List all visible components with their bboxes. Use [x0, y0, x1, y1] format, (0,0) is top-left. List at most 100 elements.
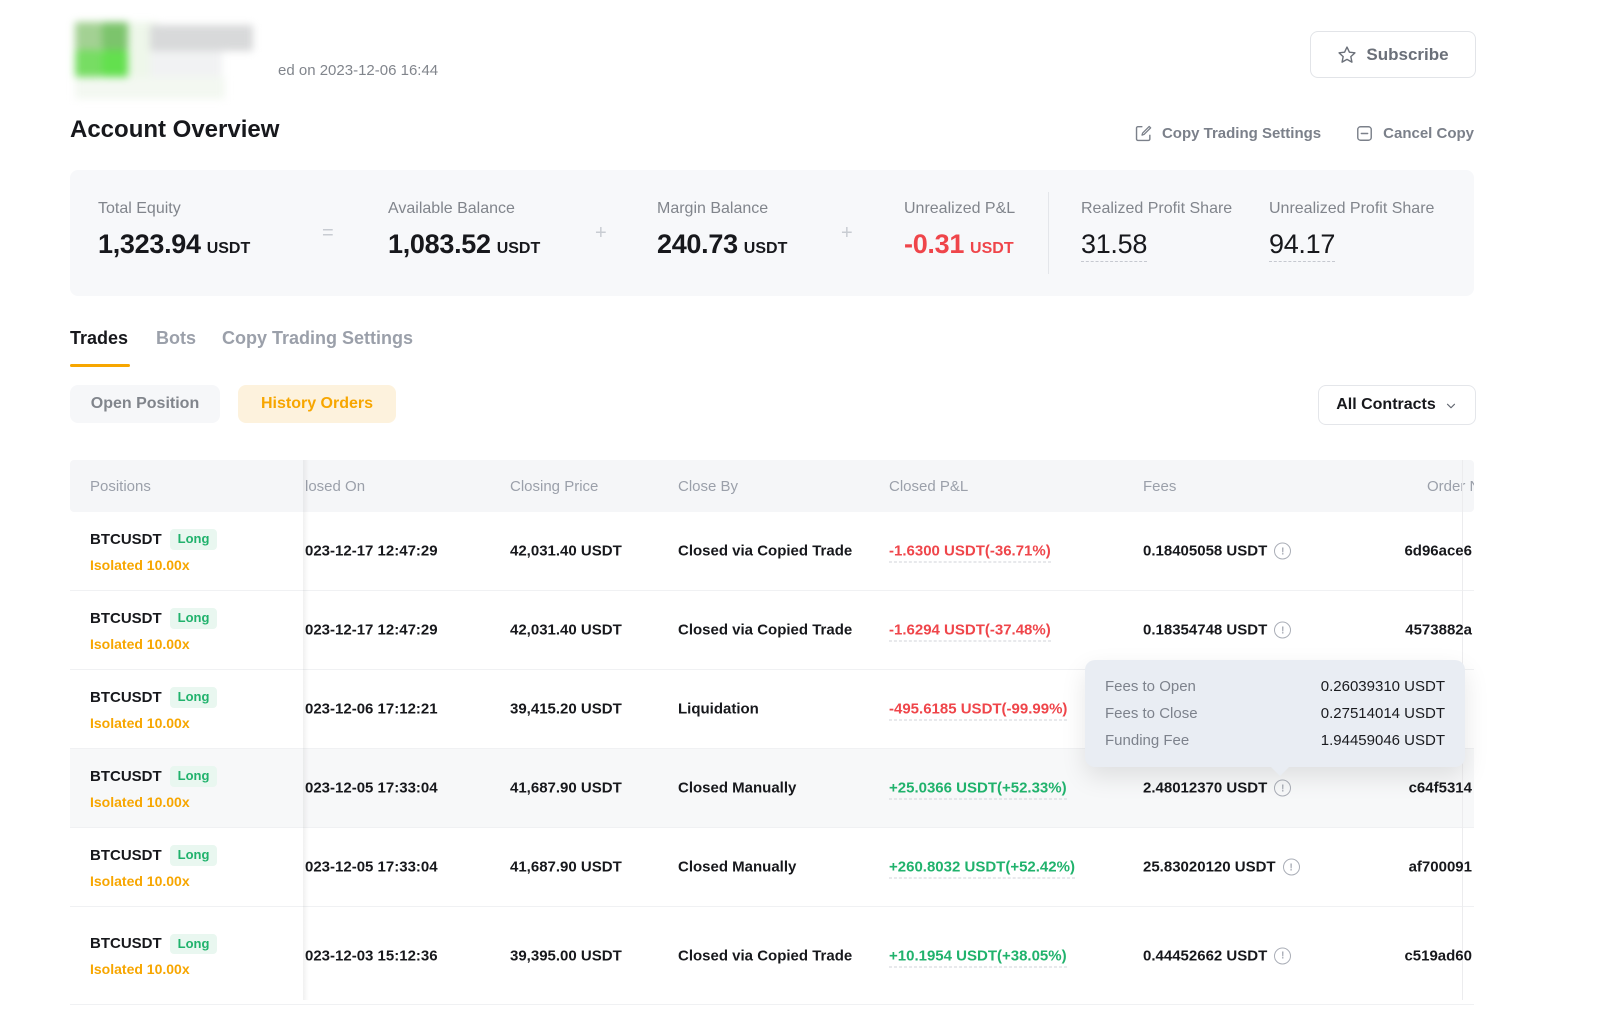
- stat-label: Total Equity: [98, 200, 250, 218]
- side-badge: Long: [170, 766, 218, 787]
- positions-cell: BTCUSDT Long Isolated 10.00x: [90, 766, 217, 810]
- stat-value: 31.58: [1081, 229, 1147, 262]
- stat-value: 240.73: [657, 229, 738, 259]
- closed-pnl-cell: +260.8032 USDT(+52.42%): [889, 859, 1075, 876]
- table-header: Positions losed On Closing Price Close B…: [70, 460, 1474, 512]
- closed-pnl-cell: -1.6294 USDT(-37.48%): [889, 622, 1051, 639]
- tooltip-label: Fees to Close: [1105, 705, 1198, 722]
- info-icon[interactable]: !: [1283, 859, 1300, 876]
- stat-realized-profit-share: Realized Profit Share 31.58: [1081, 170, 1232, 260]
- table-row[interactable]: BTCUSDT Long Isolated 10.00x 023-12-03 1…: [70, 907, 1474, 1005]
- order-no-cell: 4573882a: [1405, 622, 1472, 639]
- fees-value: 2.48012370 USDT: [1143, 780, 1267, 797]
- fees-cell: 0.18405058 USDT !: [1143, 543, 1291, 560]
- copy-trading-settings-link[interactable]: Copy Trading Settings: [1134, 124, 1321, 143]
- stat-available-balance: Available Balance 1,083.52USDT: [388, 170, 540, 260]
- star-icon: [1337, 45, 1357, 65]
- close-by-cell: Closed Manually: [678, 780, 796, 797]
- tooltip-caret: [1270, 766, 1290, 776]
- stat-label: Unrealized P&L: [904, 200, 1015, 218]
- tab-copy-trading-settings[interactable]: Copy Trading Settings: [222, 328, 413, 349]
- chevron-down-icon: [1444, 399, 1458, 413]
- fees-cell: 2.48012370 USDT !: [1143, 780, 1291, 797]
- info-icon[interactable]: !: [1274, 780, 1291, 797]
- sticky-column-shadow: [303, 460, 309, 1000]
- tooltip-label: Fees to Open: [1105, 678, 1196, 695]
- fees-value: 0.18405058 USDT: [1143, 543, 1267, 560]
- positions-cell: BTCUSDT Long Isolated 10.00x: [90, 687, 217, 731]
- col-closed-pnl: Closed P&L: [889, 460, 968, 512]
- order-no-cell: 6d96ace6: [1404, 543, 1472, 560]
- table-row[interactable]: BTCUSDT Long Isolated 10.00x 023-12-05 1…: [70, 828, 1474, 907]
- closing-price-cell: 42,031.40 USDT: [510, 543, 622, 560]
- col-closing-price: Closing Price: [510, 460, 598, 512]
- copy-trading-settings-label: Copy Trading Settings: [1162, 125, 1321, 142]
- table-row[interactable]: BTCUSDT Long Isolated 10.00x 023-12-17 1…: [70, 591, 1474, 670]
- open-position-button[interactable]: Open Position: [70, 385, 220, 423]
- tab-bots[interactable]: Bots: [156, 328, 196, 349]
- margin-leverage: Isolated 10.00x: [90, 961, 217, 977]
- stat-margin-balance: Margin Balance 240.73USDT: [657, 170, 787, 260]
- edit-icon: [1134, 124, 1153, 143]
- history-orders-button[interactable]: History Orders: [238, 385, 396, 423]
- subscribe-label: Subscribe: [1366, 45, 1448, 65]
- positions-cell: BTCUSDT Long Isolated 10.00x: [90, 845, 217, 889]
- stats-divider: [1048, 192, 1049, 274]
- all-contracts-label: All Contracts: [1336, 396, 1436, 414]
- all-contracts-dropdown[interactable]: All Contracts: [1318, 385, 1476, 425]
- margin-leverage: Isolated 10.00x: [90, 636, 217, 652]
- tooltip-value: 0.26039310 USDT: [1321, 678, 1445, 695]
- stat-value: -0.31: [904, 229, 964, 259]
- subscribed-date-text: ed on 2023-12-06 16:44: [278, 62, 438, 79]
- positions-cell: BTCUSDT Long Isolated 10.00x: [90, 608, 217, 652]
- stat-unrealized-pnl: Unrealized P&L -0.31USDT: [904, 170, 1015, 260]
- close-by-cell: Closed via Copied Trade: [678, 543, 852, 560]
- closed-pnl-cell: -495.6185 USDT(-99.99%): [889, 701, 1067, 718]
- closed-pnl-cell: -1.6300 USDT(-36.71%): [889, 543, 1051, 560]
- col-closed-on: losed On: [305, 460, 365, 512]
- closing-price-cell: 42,031.40 USDT: [510, 622, 622, 639]
- col-order-no: Order N: [1427, 460, 1474, 512]
- fees-value: 0.18354748 USDT: [1143, 622, 1267, 639]
- position-symbol: BTCUSDT: [90, 610, 162, 627]
- fees-tooltip: Fees to Open 0.26039310 USDT Fees to Clo…: [1085, 660, 1465, 767]
- closed-on-cell: 023-12-06 17:12:21: [305, 701, 438, 718]
- stat-total-equity: Total Equity 1,323.94USDT: [98, 170, 250, 260]
- tab-trades[interactable]: Trades: [70, 328, 128, 349]
- info-icon[interactable]: !: [1274, 622, 1291, 639]
- fees-cell: 0.44452662 USDT !: [1143, 947, 1291, 964]
- stat-value: 1,323.94: [98, 229, 201, 259]
- position-symbol: BTCUSDT: [90, 936, 162, 953]
- closed-on-cell: 023-12-17 12:47:29: [305, 622, 438, 639]
- minus-square-icon: [1355, 124, 1374, 143]
- tooltip-label: Funding Fee: [1105, 732, 1189, 749]
- close-by-cell: Closed via Copied Trade: [678, 622, 852, 639]
- stat-value: 1,083.52: [388, 229, 491, 259]
- tooltip-value: 1.94459046 USDT: [1321, 732, 1445, 749]
- table-row[interactable]: BTCUSDT Long Isolated 10.00x 023-12-17 1…: [70, 512, 1474, 591]
- side-badge: Long: [170, 529, 218, 550]
- position-symbol: BTCUSDT: [90, 847, 162, 864]
- margin-leverage: Isolated 10.00x: [90, 557, 217, 573]
- position-symbol: BTCUSDT: [90, 689, 162, 706]
- info-icon[interactable]: !: [1274, 543, 1291, 560]
- stat-value: 94.17: [1269, 229, 1335, 262]
- close-by-cell: Closed Manually: [678, 859, 796, 876]
- order-no-cell: c64f5314: [1409, 780, 1472, 797]
- col-fees: Fees: [1143, 460, 1176, 512]
- closed-on-cell: 023-12-05 17:33:04: [305, 780, 438, 797]
- order-no-cell: c519ad60: [1404, 947, 1472, 964]
- positions-cell: BTCUSDT Long Isolated 10.00x: [90, 529, 217, 573]
- cancel-copy-link[interactable]: Cancel Copy: [1355, 124, 1474, 143]
- info-icon[interactable]: !: [1274, 947, 1291, 964]
- position-symbol: BTCUSDT: [90, 768, 162, 785]
- closed-pnl-cell: +25.0366 USDT(+52.33%): [889, 780, 1067, 797]
- margin-leverage: Isolated 10.00x: [90, 794, 217, 810]
- stat-label: Available Balance: [388, 200, 540, 218]
- table-row[interactable]: BTCUSDT Long !: [70, 1005, 1474, 1027]
- col-close-by: Close By: [678, 460, 738, 512]
- closing-price-cell: 39,415.20 USDT: [510, 701, 622, 718]
- subscribe-button[interactable]: Subscribe: [1310, 31, 1476, 78]
- closed-pnl-cell: +10.1954 USDT(+38.05%): [889, 947, 1067, 964]
- closed-on-cell: 023-12-03 15:12:36: [305, 947, 438, 964]
